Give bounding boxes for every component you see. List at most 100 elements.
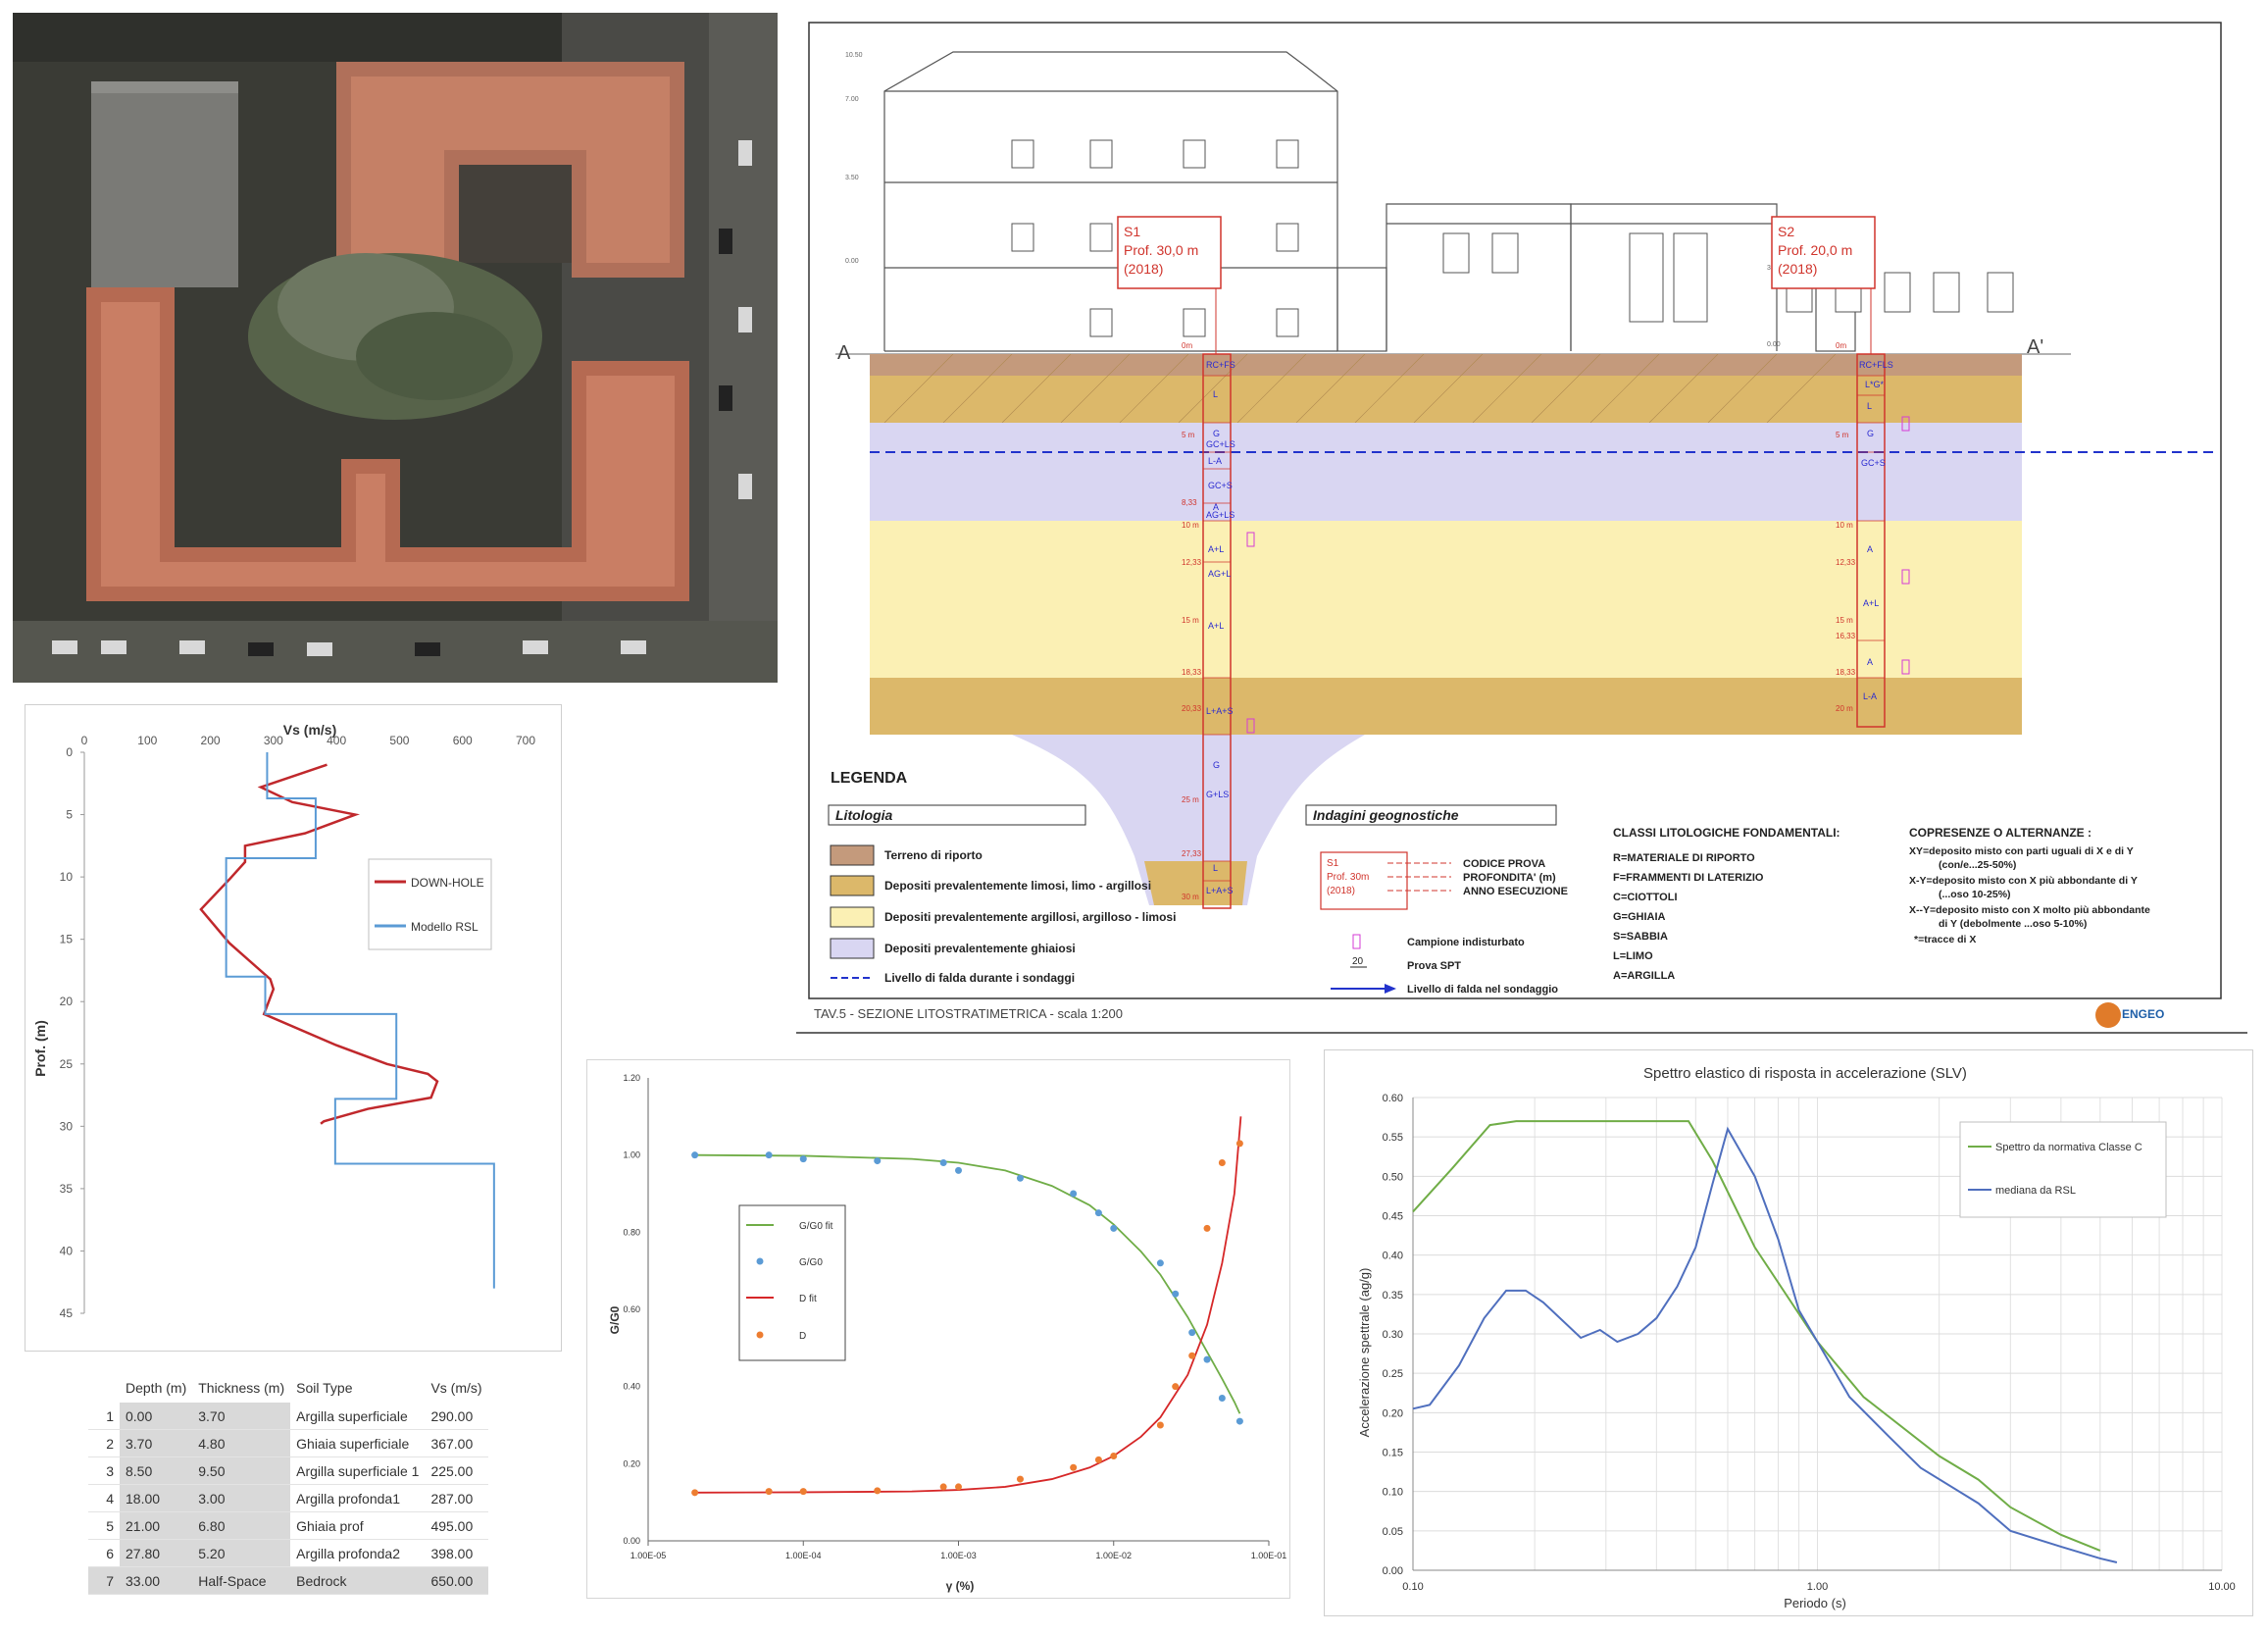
- compresence-3: (...oso 10-25%): [1939, 889, 2011, 900]
- sp-x-tick: 10.00: [2208, 1581, 2236, 1593]
- vs-y-tick: 10: [60, 870, 74, 884]
- aerial-photo-image: [13, 13, 778, 683]
- vs-legend: [368, 858, 492, 950]
- cell-thickness: 9.50: [192, 1456, 291, 1485]
- vs-y-tick: 25: [60, 1057, 74, 1071]
- ggo-legend-2: D fit: [799, 1294, 817, 1304]
- s1-depth-8: 25 m: [1182, 795, 1199, 804]
- table-row: 2 3.70 4.80 Ghiaia superficiale 367.00: [88, 1429, 488, 1457]
- s2-depth-0: 0m: [1836, 341, 1846, 350]
- s2-depth-5: 16,33: [1836, 632, 1856, 640]
- ggo-point-3: [1016, 1475, 1024, 1483]
- ggo-point-1: [1188, 1329, 1196, 1337]
- s1-layer-0: RC+FS: [1206, 360, 1235, 370]
- ggo-point-1: [1156, 1259, 1164, 1267]
- s2-layer-1: L*G*: [1865, 380, 1885, 389]
- s1-layer-9: AG+L: [1208, 569, 1231, 579]
- compresence-5: di Y (debolmente ...oso 5-10%): [1939, 918, 2087, 930]
- spectrum-title: Spettro elastico di risposta in accelera…: [1643, 1065, 1967, 1082]
- row-index: 2: [88, 1429, 120, 1457]
- spectrum-legend-0: Spettro da normativa Classe C: [1995, 1142, 2142, 1153]
- ggo-point-3: [874, 1487, 882, 1495]
- aerial-photo: [13, 13, 778, 683]
- col-thickness: Thickness (m): [198, 1380, 285, 1396]
- row-index: 7: [88, 1566, 120, 1595]
- probe-legend-falda: Livello di falda nel sondaggio: [1407, 984, 1558, 996]
- table-row: 4 18.00 3.00 Argilla profonda1 287.00: [88, 1484, 488, 1512]
- s1-year: (2018): [1124, 261, 1163, 277]
- sp-y-tick: 0.45: [1383, 1211, 1403, 1223]
- row-index: 5: [88, 1511, 120, 1540]
- cell-depth: 18.00: [120, 1484, 193, 1512]
- scale-mark-3: 10.50: [845, 52, 863, 59]
- s1-layer-2: G: [1213, 429, 1220, 438]
- layer-argillosi: [870, 521, 2022, 678]
- ggo-legend-3: D: [799, 1331, 806, 1342]
- cell-thickness: 3.70: [192, 1403, 291, 1430]
- cell-vs: 225.00: [425, 1456, 488, 1485]
- table-row: 1 0.00 3.70 Argilla superficiale 290.00: [88, 1403, 488, 1430]
- soil-table: Depth (m) Thickness (m) Soil Type Vs (m/…: [88, 1375, 488, 1595]
- vs-y-tick: 40: [60, 1244, 74, 1257]
- s1-code: S1: [1124, 224, 1140, 239]
- compresence-title: COPRESENZE O ALTERNANZE :: [1909, 826, 2092, 840]
- cell-soil: Argilla profonda2: [290, 1539, 426, 1567]
- sp-y-tick: 0.25: [1383, 1368, 1403, 1380]
- sp-x-tick: 0.10: [1402, 1581, 1423, 1593]
- probe-legend-codice: CODICE PROVA: [1463, 858, 1545, 870]
- spectrum-ylabel: Accelerazione spettrale (ag/g): [1357, 1268, 1372, 1438]
- ggo-point-3: [691, 1489, 699, 1497]
- s2-layer-8: L-A: [1863, 691, 1877, 701]
- ggo-point-3: [939, 1483, 947, 1491]
- s1-layer-13: G+LS: [1206, 790, 1229, 799]
- ggo-point-3: [1156, 1421, 1164, 1429]
- cell-depth: 27.80: [120, 1539, 193, 1567]
- lithology-label-1: Depositi prevalentemente limosi, limo - …: [884, 879, 1151, 893]
- vs-legend-downhole: DOWN-HOLE: [411, 876, 484, 890]
- s1-depth-label: Prof. 30,0 m: [1124, 242, 1198, 258]
- cell-vs: 367.00: [425, 1429, 488, 1457]
- ggo-point-3: [1188, 1352, 1196, 1359]
- probe-legend-spt-value: 20: [1352, 956, 1364, 967]
- ggo-point-1: [1235, 1417, 1243, 1425]
- probe-legend-code: S1: [1327, 858, 1339, 869]
- legend-title: LEGENDA: [831, 770, 908, 787]
- spectrum-legend: [1959, 1121, 2167, 1218]
- layer-riporto: [870, 354, 2022, 376]
- s2-layer-5: A: [1867, 544, 1873, 554]
- scale-mark-0: 0.00: [845, 258, 859, 265]
- probe-legend-year: (2018): [1327, 886, 1355, 896]
- ggo-svg: G/G0 γ (%) 1.00E-05 1.00E-04 1.00E-03 1.00E…: [608, 1073, 1287, 1593]
- s2-layer-4: GC+S: [1861, 458, 1886, 468]
- s1-layer-7: AG+LS: [1206, 510, 1235, 520]
- spectrum-legend-1: mediana da RSL: [1995, 1185, 2076, 1197]
- vs-series-1: [225, 752, 495, 1289]
- ggo-point-1: [1094, 1209, 1102, 1217]
- vs-y-tick: 35: [60, 1182, 74, 1196]
- s2-depth-label: Prof. 20,0 m: [1778, 242, 1852, 258]
- ggo-y-tick: 1.20: [623, 1073, 640, 1083]
- sp-x-tick: 1.00: [1807, 1581, 1828, 1593]
- sp-y-tick: 0.05: [1383, 1526, 1403, 1538]
- class-2: C=CIOTTOLI: [1613, 892, 1678, 903]
- cell-thickness: Half-Space: [192, 1566, 291, 1595]
- ggo-point-1: [1070, 1190, 1078, 1198]
- ggo-point-1: [1172, 1290, 1180, 1298]
- s1-layer-12: G: [1213, 760, 1220, 770]
- sp-y-tick: 0.40: [1383, 1251, 1403, 1262]
- indagini-title: Indagini geognostiche: [1313, 807, 1459, 823]
- table-row: 3 8.50 9.50 Argilla superficiale 1 225.0…: [88, 1456, 488, 1485]
- ggo-x-tick: 1.00E-01: [1251, 1551, 1287, 1560]
- vs-x-tick: 300: [264, 734, 283, 747]
- s1-depth-7: 20,33: [1182, 704, 1202, 713]
- ggo-point-1: [874, 1157, 882, 1165]
- sp-y-tick: 0.30: [1383, 1329, 1403, 1341]
- cell-depth: 3.70: [120, 1429, 193, 1457]
- compresence-4: X--Y=deposito misto con X molto più abbo…: [1909, 904, 2150, 916]
- vs-y-tick: 15: [60, 933, 74, 946]
- ggo-point-1: [691, 1151, 699, 1159]
- lithology-label-2: Depositi prevalentemente argillosi, argi…: [884, 910, 1176, 924]
- ggo-point-3: [1094, 1456, 1102, 1463]
- vs-y-tick: 5: [66, 808, 73, 822]
- sp-y-tick: 0.00: [1383, 1565, 1403, 1577]
